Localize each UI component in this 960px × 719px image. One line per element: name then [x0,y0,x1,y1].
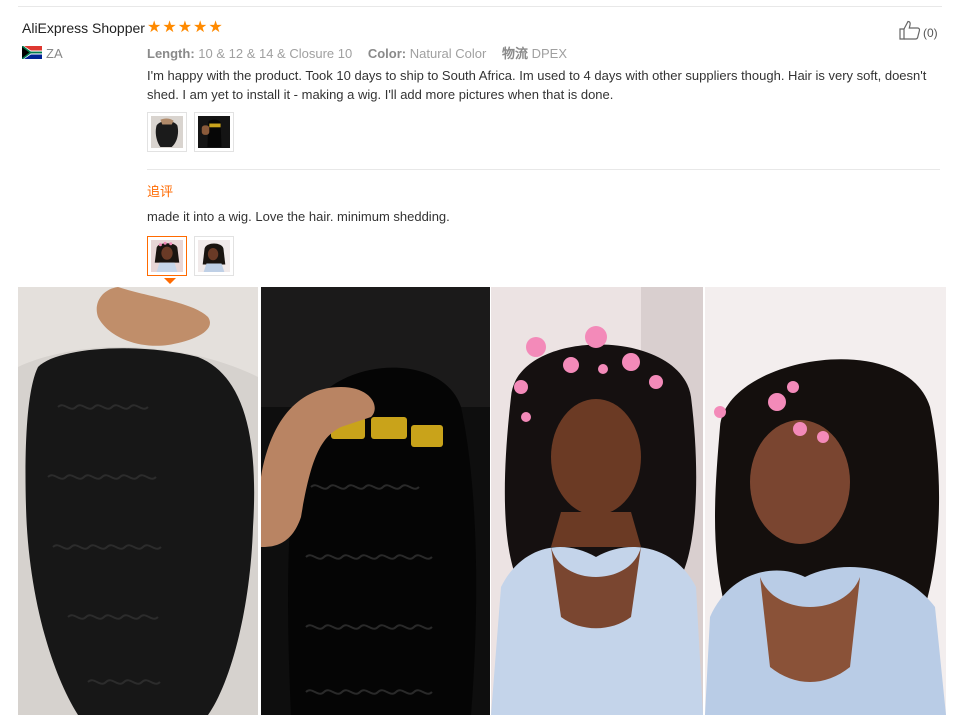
attr-logistics-key: 物流 [501,46,528,61]
attr-logistics-value: DPEX [531,46,568,61]
top-divider [18,6,942,7]
followup-divider [147,169,940,170]
reviewer-name[interactable]: AliExpress Shopper [22,20,145,36]
star-icon: ★ [147,19,162,36]
rating-stars: ★ ★ ★ ★ ★ [147,19,223,37]
attr-length-key: Length: [147,46,195,61]
star-icon: ★ [162,19,177,36]
followup-photo-thumbnail[interactable] [147,236,187,276]
attr-color-key: Color: [367,46,407,61]
review-text: I'm happy with the product. Took 10 days… [147,68,927,102]
followup-photo-thumbnail[interactable] [194,236,234,276]
review-photo-hair-bundles[interactable] [261,287,490,715]
south-africa-flag-icon [22,46,42,59]
star-icon: ★ [177,19,193,36]
star-icon: ★ [193,19,208,36]
followup-label: 追评 [147,184,174,199]
review-photo-hair-closure[interactable] [18,287,258,715]
attr-color-value: Natural Color [409,46,487,61]
review-photo-wig-selfie-1[interactable] [491,287,703,715]
review-photo-thumbnail[interactable] [194,112,234,152]
thumbs-up-icon[interactable] [899,20,921,45]
star-icon: ★ [208,19,223,36]
active-thumbnail-indicator [164,278,176,284]
like-count: (0) [923,25,938,40]
product-attributes: Length: 10 & 12 & 14 & Closure 10 Color:… [147,43,579,62]
followup-text: made it into a wig. Love the hair. minim… [147,209,450,224]
helpful-button[interactable]: (0) [899,20,938,45]
review-photo-thumbnail[interactable] [147,112,187,152]
reviewer-country: ZA [46,46,63,61]
attr-length-value: 10 & 12 & 14 & Closure 10 [198,46,353,61]
review-photo-wig-selfie-2[interactable] [705,287,946,715]
